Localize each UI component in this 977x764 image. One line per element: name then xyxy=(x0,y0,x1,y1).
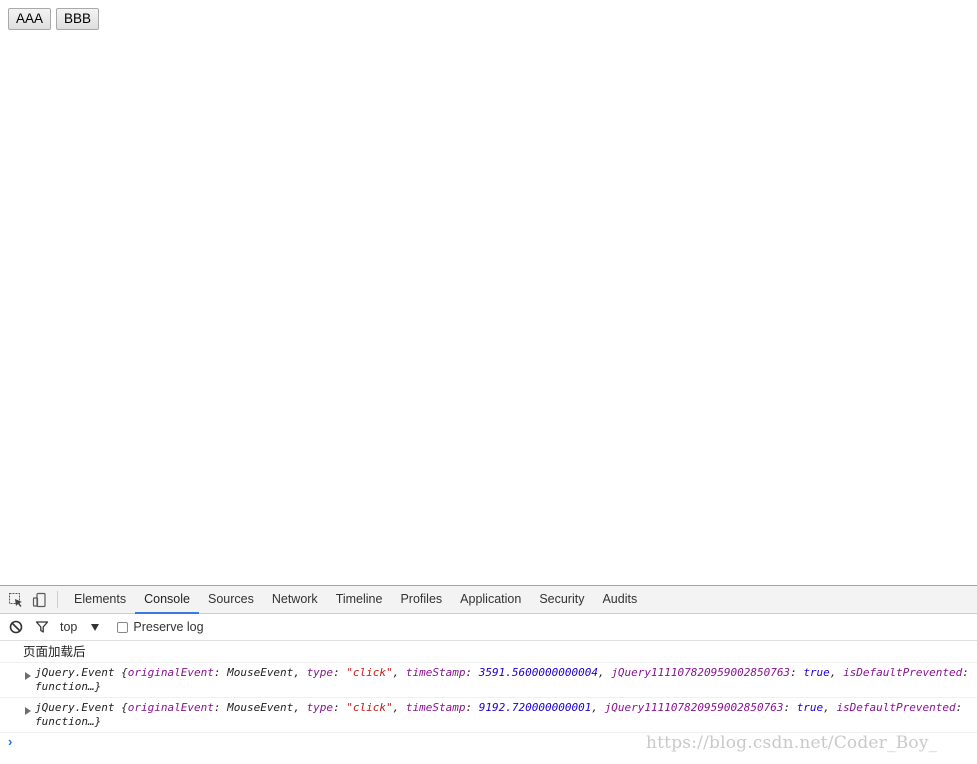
object-class-name: jQuery.Event xyxy=(35,701,115,714)
prop-value: MouseEvent xyxy=(227,701,294,714)
prompt-chevron-icon: › xyxy=(8,734,13,749)
prop-value: true xyxy=(803,666,830,679)
tab-network[interactable]: Network xyxy=(263,586,327,613)
context-selector[interactable]: top xyxy=(55,614,100,640)
inspect-element-icon[interactable] xyxy=(4,586,28,613)
prop-key: type xyxy=(306,666,334,679)
tabbar-divider xyxy=(57,591,58,608)
preserve-log-checkbox[interactable] xyxy=(117,621,129,633)
prop-value: 9192.720000000001 xyxy=(478,701,592,714)
prop-key: timeStamp xyxy=(405,701,466,714)
prop-value: "click" xyxy=(346,701,393,714)
tab-profiles[interactable]: Profiles xyxy=(391,586,451,613)
prop-value: 3591.5600000000004 xyxy=(478,666,598,679)
prop-value: "click" xyxy=(346,666,393,679)
console-message-text: 页面加载后 xyxy=(0,641,977,663)
tab-application[interactable]: Application xyxy=(451,586,530,613)
prop-key: timeStamp xyxy=(405,666,466,679)
prop-key: isDefaultPrevented xyxy=(843,666,963,679)
object-class-name: jQuery.Event xyxy=(35,666,115,679)
console-toolbar: top Preserve log xyxy=(0,614,977,641)
prop-key: type xyxy=(306,701,334,714)
prop-value: true xyxy=(796,701,824,714)
prop-key: jQuery111107820959002850763 xyxy=(611,666,791,679)
tab-console[interactable]: Console xyxy=(135,586,199,614)
tab-security[interactable]: Security xyxy=(530,586,593,613)
prop-key: originalEvent xyxy=(127,666,214,679)
aaa-button[interactable]: AAA xyxy=(8,8,52,30)
page-button-group: AAA BBB xyxy=(8,8,100,30)
device-toggle-icon[interactable] xyxy=(28,586,52,613)
tab-sources[interactable]: Sources xyxy=(199,586,263,613)
preserve-log-toggle[interactable]: Preserve log xyxy=(117,620,204,634)
prop-value: function…} xyxy=(35,715,102,728)
bbb-button[interactable]: BBB xyxy=(56,8,100,30)
clear-console-icon[interactable] xyxy=(3,614,29,640)
console-message-object[interactable]: jQuery.Event {originalEvent: MouseEvent,… xyxy=(0,698,977,733)
expand-triangle-icon[interactable] xyxy=(25,672,31,680)
prop-key: originalEvent xyxy=(127,701,214,714)
prop-key: isDefaultPrevented xyxy=(836,701,956,714)
prop-value: function…} xyxy=(35,680,102,693)
dropdown-arrow-icon xyxy=(91,623,100,631)
tab-timeline[interactable]: Timeline xyxy=(327,586,392,613)
console-message-object[interactable]: jQuery.Event {originalEvent: MouseEvent,… xyxy=(0,663,977,698)
expand-triangle-icon[interactable] xyxy=(25,707,31,715)
context-selector-label: top xyxy=(60,620,78,634)
preserve-log-label: Preserve log xyxy=(133,620,204,634)
devtools-tabbar: Elements Console Sources Network Timelin… xyxy=(0,586,977,614)
filter-icon[interactable] xyxy=(29,614,55,640)
tab-elements[interactable]: Elements xyxy=(65,586,135,613)
tab-audits[interactable]: Audits xyxy=(593,586,646,613)
watermark: https://blog.csdn.net/Coder_Boy_ xyxy=(646,733,938,753)
prop-value: MouseEvent xyxy=(227,666,294,679)
prop-key: jQuery111107820959002850763 xyxy=(604,701,784,714)
